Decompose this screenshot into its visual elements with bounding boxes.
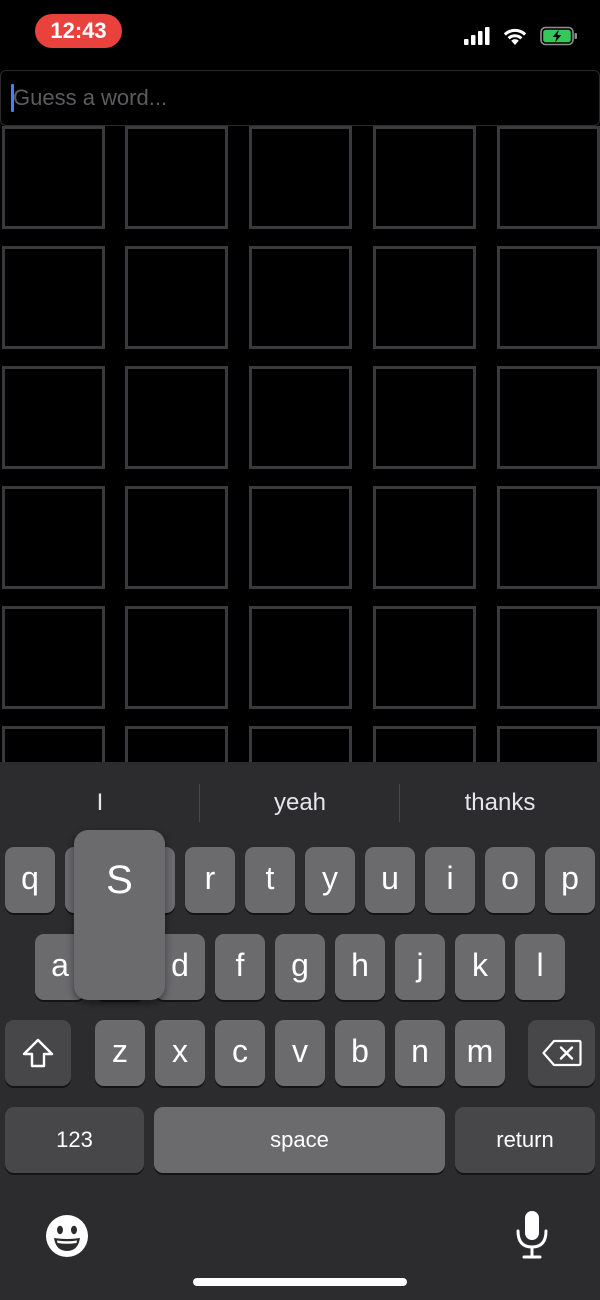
grid-tile [497,126,600,229]
grid-tile [373,246,476,349]
grid-tile [125,606,228,709]
guess-input-container [0,70,600,126]
key-p[interactable]: p [545,847,595,913]
grid-tile [373,366,476,469]
dictation-button[interactable] [514,1210,550,1260]
wifi-icon [503,28,527,45]
suggestion-2[interactable]: yeah [200,782,400,824]
grid-tile [497,246,600,349]
key-b[interactable]: b [335,1020,385,1086]
key-v[interactable]: v [275,1020,325,1086]
key-q[interactable]: q [5,847,55,913]
key-x[interactable]: x [155,1020,205,1086]
numbers-key[interactable]: 123 [5,1107,144,1173]
grid-tile [125,366,228,469]
emoji-icon [46,1215,88,1257]
suggestion-1[interactable]: I [0,782,200,824]
key-n[interactable]: n [395,1020,445,1086]
status-icons [464,26,578,46]
text-cursor [11,84,14,112]
home-indicator[interactable] [193,1278,407,1286]
grid-tile [125,246,228,349]
shift-icon [22,1038,54,1068]
grid-tile [373,126,476,229]
grid-tile [249,366,352,469]
key-m[interactable]: m [455,1020,505,1086]
delete-key[interactable] [528,1020,595,1086]
grid-tile [2,126,105,229]
shift-key[interactable] [5,1020,71,1086]
key-c[interactable]: c [215,1020,265,1086]
key-k[interactable]: k [455,934,505,1000]
grid-tile [249,486,352,589]
status-time[interactable]: 12:43 [35,14,122,48]
delete-icon [541,1039,582,1067]
emoji-button[interactable] [45,1214,89,1258]
status-bar: 12:43 [0,0,600,68]
grid-tile [249,246,352,349]
grid-tile [497,486,600,589]
key-o[interactable]: o [485,847,535,913]
grid-tile [249,126,352,229]
cellular-signal-icon [464,27,490,45]
key-t[interactable]: t [245,847,295,913]
key-g[interactable]: g [275,934,325,1000]
grid-tile [497,366,600,469]
key-f[interactable]: f [215,934,265,1000]
grid-tile [125,486,228,589]
grid-tile [2,486,105,589]
return-key[interactable]: return [455,1107,595,1173]
grid-tile [125,126,228,229]
key-r[interactable]: r [185,847,235,913]
grid-tile [2,366,105,469]
grid-tile [373,606,476,709]
space-key[interactable]: space [154,1107,445,1173]
predictive-suggestions: I yeah thanks [0,782,600,824]
key-i[interactable]: i [425,847,475,913]
suggestion-3[interactable]: thanks [400,782,600,824]
key-u[interactable]: u [365,847,415,913]
key-l[interactable]: l [515,934,565,1000]
key-y[interactable]: y [305,847,355,913]
guess-input[interactable] [13,71,583,125]
battery-charging-icon [540,26,577,46]
grid-tile [2,246,105,349]
grid-tile [2,606,105,709]
microphone-icon [516,1211,548,1259]
key-z[interactable]: z [95,1020,145,1086]
grid-tile [373,486,476,589]
key-press-popup: S [74,830,165,1000]
grid-tile [249,606,352,709]
grid-tile [497,606,600,709]
key-j[interactable]: j [395,934,445,1000]
key-h[interactable]: h [335,934,385,1000]
